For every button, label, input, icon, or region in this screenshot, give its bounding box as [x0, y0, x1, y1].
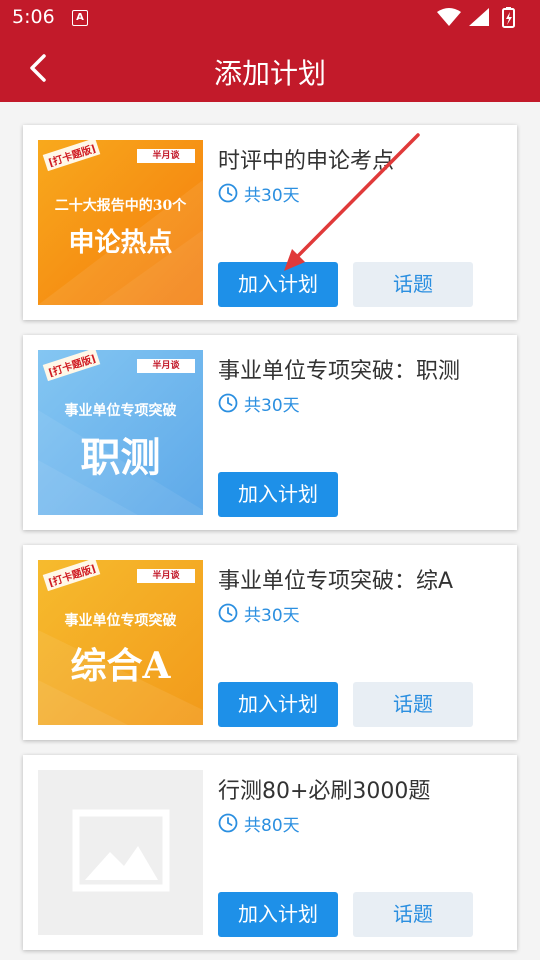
- plan-title: 事业单位专项突破：综A: [218, 569, 454, 594]
- cover-title: 综合A: [70, 645, 171, 687]
- cover-logo: 半月谈: [137, 149, 195, 163]
- wifi-icon: [437, 8, 461, 26]
- cover-logo: 半月谈: [137, 359, 195, 373]
- plan-title: 行测80+必刷3000题: [218, 779, 431, 804]
- duration-text: 共30天: [244, 185, 300, 206]
- cover-subtitle: 事业单位专项突破: [64, 613, 177, 629]
- join-plan-button[interactable]: 加入计划: [218, 682, 338, 727]
- plan-duration: 共30天: [218, 392, 300, 416]
- cover-title: 申论热点: [68, 228, 173, 258]
- join-plan-button[interactable]: 加入计划: [218, 262, 338, 307]
- cover-title: 职测: [80, 434, 161, 481]
- status-time: 5:06: [12, 6, 55, 28]
- topic-button[interactable]: 话题: [353, 682, 473, 727]
- plan-card[interactable]: [打卡题版] 半月谈 事业单位专项突破 综合A 事业单位专项突破：综A 共30天…: [23, 545, 517, 740]
- page-title: 添加计划: [213, 57, 326, 90]
- plan-cover-image: [打卡题版] 半月谈 二十大报告中的30个 申论热点: [38, 140, 203, 305]
- topic-button[interactable]: 话题: [353, 262, 473, 307]
- cover-subtitle: 二十大报告中的30个: [54, 198, 187, 214]
- duration-text: 共30天: [244, 605, 300, 626]
- plan-duration: 共30天: [218, 602, 300, 626]
- plan-card[interactable]: [打卡题版] 半月谈 事业单位专项突破 职测 事业单位专项突破：职测 共30天 …: [23, 335, 517, 530]
- plan-cover-image: [打卡题版] 半月谈 事业单位专项突破 综合A: [38, 560, 203, 725]
- clock-icon: [218, 813, 238, 833]
- status-icons: [435, 6, 530, 30]
- clock-icon: [218, 603, 238, 623]
- cover-logo: 半月谈: [137, 569, 195, 583]
- duration-text: 共30天: [244, 395, 300, 416]
- plan-title: 时评中的申论考点: [218, 149, 395, 174]
- plan-card[interactable]: 行测80+必刷3000题 共80天 加入计划 话题: [23, 755, 517, 950]
- join-plan-button[interactable]: 加入计划: [218, 472, 338, 517]
- plan-cover-placeholder: [38, 770, 203, 935]
- status-bar: 5:06 A: [0, 0, 540, 36]
- plan-duration: 共30天: [218, 182, 300, 206]
- plan-cover-image: [打卡题版] 半月谈 事业单位专项突破 职测: [38, 350, 203, 515]
- duration-text: 共80天: [244, 815, 300, 836]
- app-bar: 添加计划: [0, 36, 540, 102]
- cover-subtitle: 事业单位专项突破: [64, 403, 177, 419]
- join-plan-button[interactable]: 加入计划: [218, 892, 338, 937]
- topic-button[interactable]: 话题: [353, 892, 473, 937]
- clock-icon: [218, 393, 238, 413]
- image-placeholder-icon: [72, 809, 170, 892]
- battery-icon: [502, 7, 515, 28]
- clock-icon: [218, 183, 238, 203]
- plan-duration: 共80天: [218, 812, 300, 836]
- notification-icon: A: [72, 10, 88, 26]
- signal-icon: [469, 8, 489, 26]
- plan-card[interactable]: [打卡题版] 半月谈 二十大报告中的30个 申论热点 时评中的申论考点 共30天…: [23, 125, 517, 320]
- plan-title: 事业单位专项突破：职测: [218, 359, 461, 384]
